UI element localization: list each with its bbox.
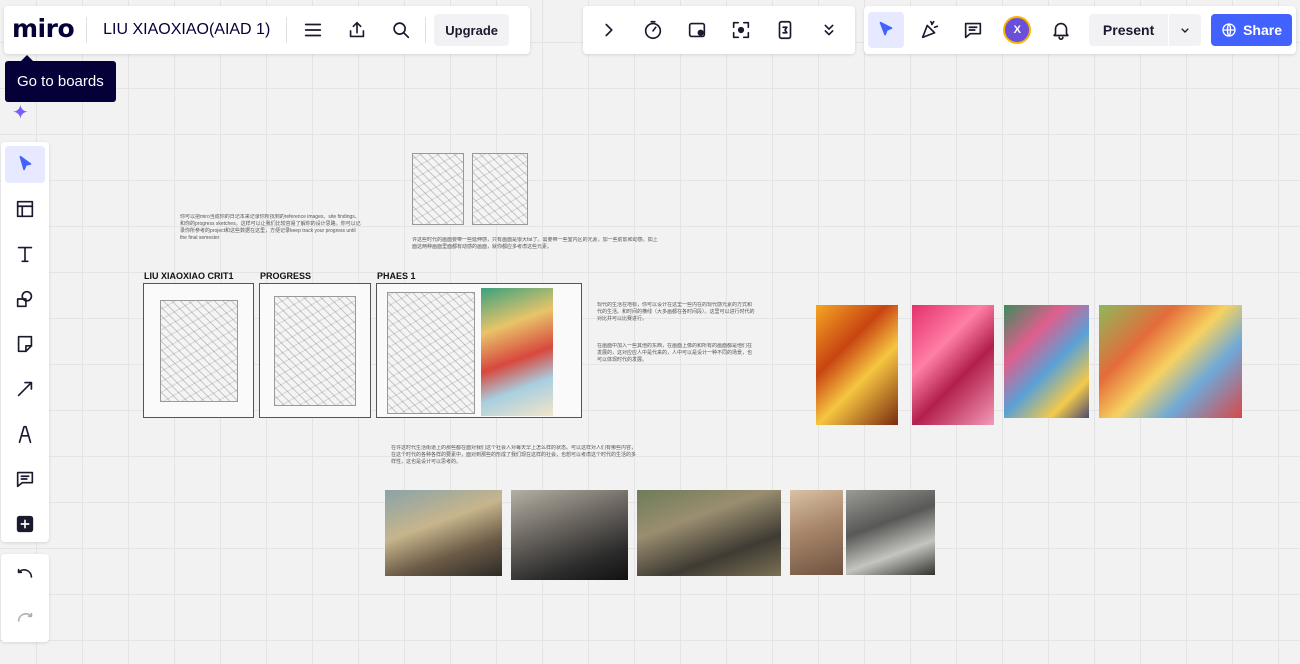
canvas-note[interactable]: 许这些时代的画面要带一些延伸感，只有画面是很大fat了。需要带一些室内区的元素，… — [412, 237, 660, 263]
cursor-select-icon[interactable] — [868, 12, 904, 48]
globe-icon — [1222, 23, 1236, 37]
text-tool-icon[interactable] — [5, 236, 45, 273]
comments-icon[interactable] — [956, 12, 992, 48]
shapes-icon[interactable] — [5, 281, 45, 318]
miro-logo[interactable]: miro — [12, 14, 78, 47]
reference-photo[interactable] — [511, 490, 628, 580]
board-title[interactable]: LIU XIAOXIAO(AIAD 1) — [95, 21, 278, 39]
timer-icon[interactable] — [635, 12, 671, 48]
frame-phase1[interactable] — [376, 283, 582, 418]
frame-progress[interactable] — [259, 283, 371, 418]
present-button[interactable]: Present — [1088, 14, 1169, 46]
frame-label[interactable]: PROGRESS — [260, 271, 311, 281]
reference-illustration[interactable] — [816, 305, 898, 425]
chevron-down-icon[interactable] — [1169, 14, 1202, 46]
avatar: X — [1003, 16, 1032, 44]
frame-label[interactable]: LIU XIAOXIAO CRIT1 — [144, 271, 234, 281]
comment-tool-icon[interactable] — [5, 460, 45, 497]
select-tool-icon[interactable] — [5, 146, 45, 183]
collaboration-toolbar: X Present Share — [864, 6, 1296, 54]
board-tools-toolbar — [583, 6, 855, 54]
undo-icon[interactable] — [7, 558, 43, 594]
sketch-page — [160, 300, 238, 402]
reference-photo[interactable] — [790, 490, 843, 575]
sticky-note-icon[interactable] — [5, 326, 45, 363]
celebrate-icon[interactable] — [912, 12, 948, 48]
reference-illustration[interactable] — [912, 305, 994, 425]
reference-illustration[interactable] — [1004, 305, 1089, 418]
double-chevron-down-icon[interactable] — [811, 12, 847, 48]
chevron-right-icon[interactable] — [591, 12, 627, 48]
upgrade-button[interactable]: Upgrade — [434, 14, 510, 46]
colored-street-scene — [481, 288, 553, 416]
share-button[interactable]: Share — [1211, 14, 1292, 46]
sketch-page — [274, 296, 356, 406]
frame-crit1[interactable] — [143, 283, 254, 418]
reference-photo[interactable] — [637, 490, 781, 576]
user-avatar[interactable]: X — [999, 12, 1035, 48]
divider — [86, 17, 88, 43]
menu-icon[interactable] — [295, 12, 331, 48]
sketch-street-scene — [387, 292, 475, 414]
divider — [286, 17, 288, 43]
canvas-note[interactable]: 在许这时代生活街道上的那些都在面对我们这个社会人对每天早上怎么样的状态。可以这样… — [391, 445, 637, 473]
reference-illustration[interactable] — [1099, 305, 1242, 418]
reference-sketch[interactable] — [412, 153, 464, 225]
pen-icon[interactable] — [5, 415, 45, 452]
creation-toolbar — [1, 142, 49, 542]
reference-sketch[interactable] — [472, 153, 528, 225]
ai-sparkle-icon[interactable]: ✦ — [12, 100, 29, 125]
canvas-note[interactable]: 现代的生活在地标，你可以设计在这里一些内在的现代感元素的方式和代的生活。和时间的… — [597, 302, 755, 336]
bell-icon[interactable] — [1043, 12, 1079, 48]
canvas-note[interactable]: 你可以把miro当成你的日记本来记录你所找到的reference images、… — [180, 214, 362, 256]
history-toolbar — [1, 554, 49, 642]
reference-photo[interactable] — [385, 490, 502, 576]
focus-frame-icon[interactable] — [723, 12, 759, 48]
canvas-note[interactable]: 在画面中加入一些其他的东西，在画面上像的和所有的画面都是他们在发展的，这对应应人… — [597, 343, 755, 369]
share-label: Share — [1243, 22, 1282, 38]
sticky-comment-icon[interactable] — [679, 12, 715, 48]
export-icon[interactable] — [339, 12, 375, 48]
voting-icon[interactable] — [767, 12, 803, 48]
redo-icon[interactable] — [7, 602, 43, 638]
board-header: miro LIU XIAOXIAO(AIAD 1) Upgrade — [4, 6, 530, 54]
reference-photo[interactable] — [846, 490, 935, 575]
frame-label[interactable]: PHAES 1 — [377, 271, 416, 281]
divider — [425, 17, 427, 43]
templates-icon[interactable] — [5, 191, 45, 228]
more-apps-icon[interactable] — [5, 505, 45, 542]
go-to-boards-tooltip: Go to boards — [5, 55, 116, 102]
search-icon[interactable] — [383, 12, 419, 48]
connection-line-icon[interactable] — [5, 370, 45, 407]
